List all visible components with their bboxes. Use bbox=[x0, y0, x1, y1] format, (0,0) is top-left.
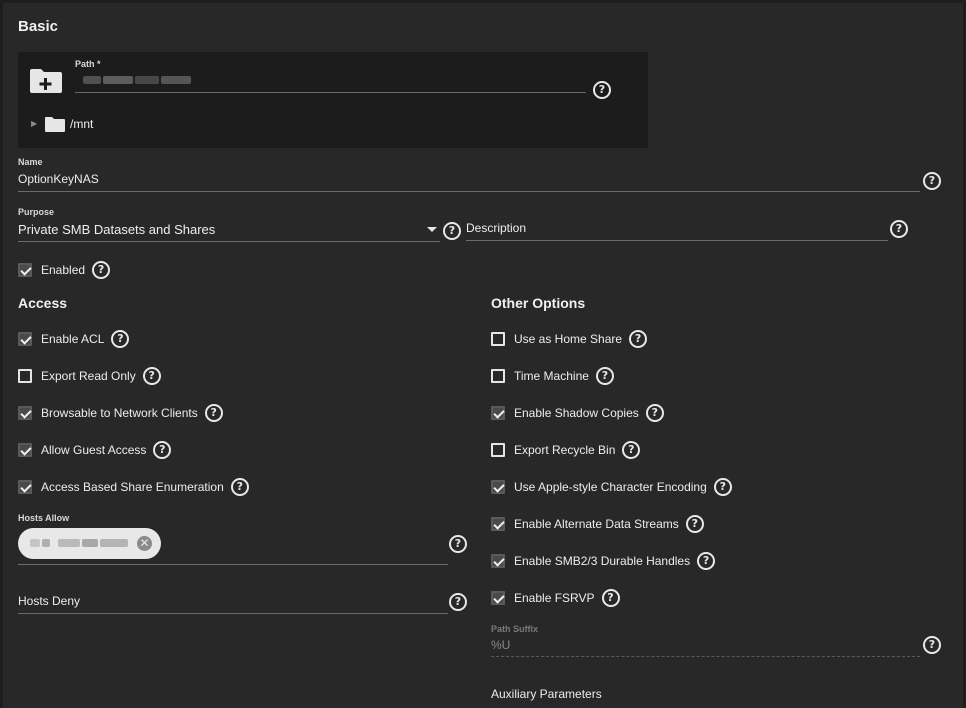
option-label: Time Machine bbox=[514, 369, 589, 383]
access-option-row[interactable]: Export Read Only ? bbox=[18, 367, 161, 385]
help-icon[interactable]: ? bbox=[713, 478, 732, 496]
name-underline bbox=[18, 191, 920, 192]
help-icon[interactable]: ? bbox=[622, 441, 641, 459]
hosts-deny-underline bbox=[18, 613, 448, 614]
hosts-allow-underline bbox=[18, 564, 448, 565]
close-circle-icon[interactable]: ✕ bbox=[137, 536, 152, 551]
help-icon[interactable]: ? bbox=[449, 535, 467, 553]
export-read-only-checkbox[interactable] bbox=[18, 369, 32, 383]
purpose-underline bbox=[18, 241, 440, 242]
help-icon[interactable]: ? bbox=[153, 441, 172, 459]
description-input[interactable]: Description bbox=[466, 221, 526, 235]
option-label: Enable Shadow Copies bbox=[514, 406, 639, 420]
help-icon[interactable]: ? bbox=[593, 81, 611, 99]
option-label: Enable FSRVP bbox=[514, 591, 595, 605]
option-label: Access Based Share Enumeration bbox=[41, 480, 224, 494]
enabled-checkbox[interactable] bbox=[18, 263, 32, 277]
option-label: Use Apple-style Character Encoding bbox=[514, 480, 707, 494]
option-label: Enable SMB2/3 Durable Handles bbox=[514, 554, 691, 568]
guest-access-checkbox[interactable] bbox=[18, 443, 32, 457]
hosts-allow-chip[interactable]: ✕ bbox=[18, 528, 161, 559]
name-label: Name bbox=[18, 157, 43, 167]
enabled-checkbox-row[interactable]: Enabled ? bbox=[18, 261, 111, 279]
other-option-row[interactable]: Time Machine ? bbox=[491, 367, 614, 385]
caret-down-icon[interactable] bbox=[427, 227, 437, 232]
access-option-row[interactable]: Browsable to Network Clients ? bbox=[18, 404, 223, 422]
other-option-row[interactable]: Enable Alternate Data Streams ? bbox=[491, 515, 704, 533]
path-suffix-underline bbox=[491, 656, 920, 657]
help-icon[interactable]: ? bbox=[601, 589, 620, 607]
folder-icon bbox=[44, 116, 66, 133]
help-icon[interactable]: ? bbox=[230, 478, 249, 496]
help-icon[interactable]: ? bbox=[111, 330, 130, 348]
help-icon[interactable]: ? bbox=[443, 222, 461, 240]
path-suffix-label: Path Suffix bbox=[491, 624, 539, 634]
name-input[interactable]: OptionKeyNAS bbox=[18, 172, 99, 186]
section-title-access: Access bbox=[18, 295, 68, 311]
tree-item-mnt[interactable]: /mnt bbox=[70, 117, 93, 131]
other-option-row[interactable]: Use Apple-style Character Encoding ? bbox=[491, 478, 732, 496]
section-title-other-options: Other Options bbox=[491, 295, 586, 311]
shadow-copies-checkbox[interactable] bbox=[491, 406, 505, 420]
other-option-row[interactable]: Enable SMB2/3 Durable Handles ? bbox=[491, 552, 716, 570]
help-icon[interactable]: ? bbox=[923, 172, 941, 190]
other-option-row[interactable]: Use as Home Share ? bbox=[491, 330, 648, 348]
help-icon[interactable]: ? bbox=[890, 220, 908, 238]
option-label: Allow Guest Access bbox=[41, 443, 147, 457]
other-option-row[interactable]: Export Recycle Bin ? bbox=[491, 441, 641, 459]
option-label: Enable ACL bbox=[41, 332, 105, 346]
help-icon[interactable]: ? bbox=[595, 367, 614, 385]
help-icon[interactable]: ? bbox=[449, 593, 467, 611]
section-title-basic: Basic bbox=[18, 18, 59, 35]
help-icon[interactable]: ? bbox=[923, 636, 941, 654]
abe-checkbox[interactable] bbox=[18, 480, 32, 494]
hosts-deny-input[interactable]: Hosts Deny bbox=[18, 594, 80, 608]
access-option-row[interactable]: Allow Guest Access ? bbox=[18, 441, 172, 459]
tree-expand-icon[interactable]: ▶ bbox=[31, 119, 37, 128]
help-icon[interactable]: ? bbox=[685, 515, 704, 533]
other-option-row[interactable]: Enable FSRVP ? bbox=[491, 589, 620, 607]
enable-acl-checkbox[interactable] bbox=[18, 332, 32, 346]
option-label: Browsable to Network Clients bbox=[41, 406, 198, 420]
path-label: Path * bbox=[75, 59, 101, 69]
help-icon[interactable]: ? bbox=[204, 404, 223, 422]
option-label: Use as Home Share bbox=[514, 332, 623, 346]
help-icon[interactable]: ? bbox=[142, 367, 161, 385]
home-share-checkbox[interactable] bbox=[491, 332, 505, 346]
browsable-checkbox[interactable] bbox=[18, 406, 32, 420]
purpose-select[interactable]: Private SMB Datasets and Shares bbox=[18, 222, 215, 237]
path-suffix-input[interactable]: %U bbox=[491, 638, 510, 652]
option-label: Export Recycle Bin bbox=[514, 443, 616, 457]
option-label: Export Read Only bbox=[41, 369, 136, 383]
fsrvp-checkbox[interactable] bbox=[491, 591, 505, 605]
durable-handles-checkbox[interactable] bbox=[491, 554, 505, 568]
recycle-bin-checkbox[interactable] bbox=[491, 443, 505, 457]
help-icon[interactable]: ? bbox=[629, 330, 648, 348]
description-underline bbox=[466, 240, 888, 241]
folder-plus-icon[interactable] bbox=[29, 68, 63, 94]
path-input[interactable] bbox=[75, 74, 586, 90]
time-machine-checkbox[interactable] bbox=[491, 369, 505, 383]
auxiliary-parameters-label: Auxiliary Parameters bbox=[491, 687, 602, 701]
hosts-allow-label: Hosts Allow bbox=[18, 513, 70, 523]
purpose-label: Purpose bbox=[18, 207, 55, 217]
help-icon[interactable]: ? bbox=[92, 261, 111, 279]
access-option-row[interactable]: Access Based Share Enumeration ? bbox=[18, 478, 249, 496]
alternate-streams-checkbox[interactable] bbox=[491, 517, 505, 531]
help-icon[interactable]: ? bbox=[697, 552, 716, 570]
help-icon[interactable]: ? bbox=[645, 404, 664, 422]
option-label: Enable Alternate Data Streams bbox=[514, 517, 679, 531]
other-option-row[interactable]: Enable Shadow Copies ? bbox=[491, 404, 664, 422]
apple-encoding-checkbox[interactable] bbox=[491, 480, 505, 494]
path-input-underline bbox=[75, 92, 586, 93]
enabled-label: Enabled bbox=[41, 263, 86, 277]
path-explorer: Path * ? ▶ /mnt bbox=[18, 52, 648, 148]
access-option-row[interactable]: Enable ACL ? bbox=[18, 330, 130, 348]
